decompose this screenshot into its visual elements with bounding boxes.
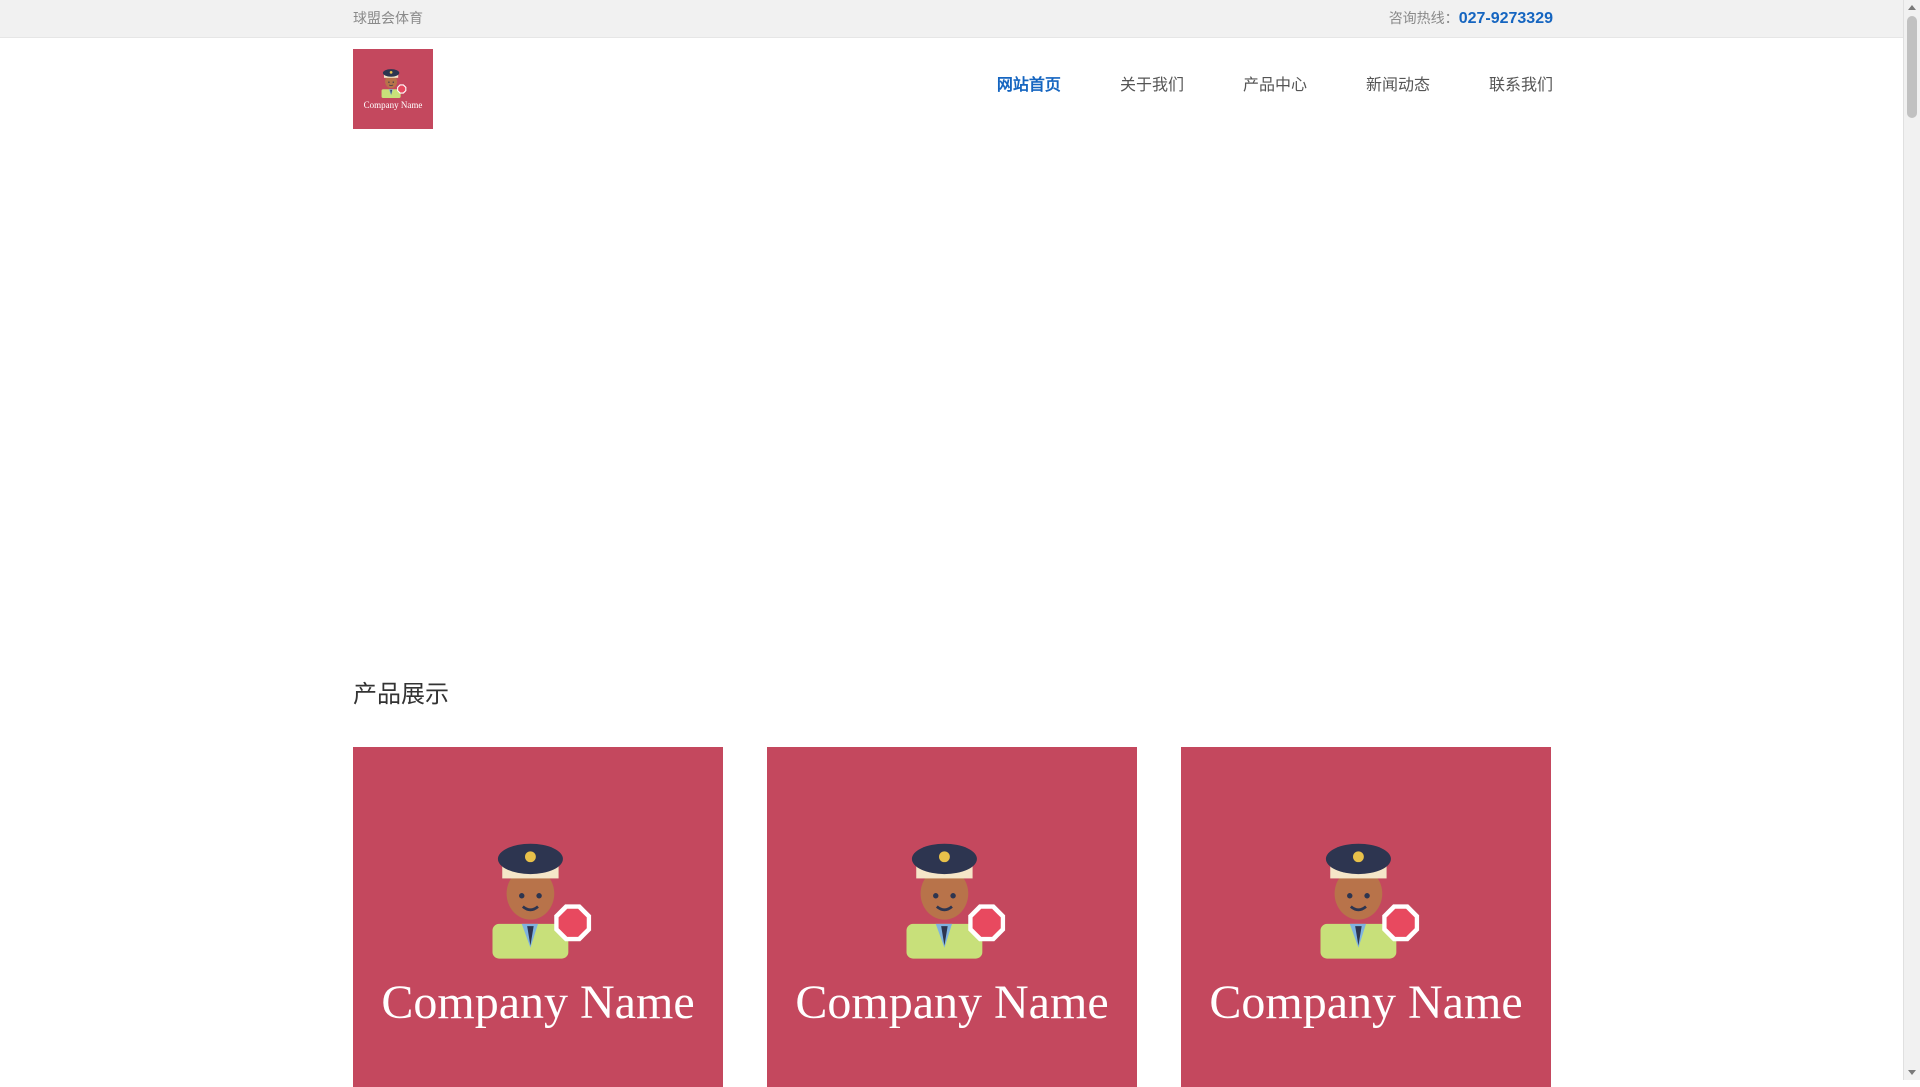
company-logo[interactable]: Company Name [353,49,433,129]
logo-text: Company Name [363,100,423,110]
police-officer-icon [492,843,592,959]
hotline-label: 咨询热线： [1388,11,1459,27]
scroll-down-arrow-icon[interactable] [1908,1070,1916,1075]
nav-item-products[interactable]: 产品中心 [1243,75,1307,95]
site-name: 球盟会体育 [353,11,423,27]
nav-item-about[interactable]: 关于我们 [1120,75,1184,95]
card-title: Company Name [381,976,695,1029]
police-officer-icon [381,69,407,98]
scroll-up-arrow-icon[interactable] [1908,5,1916,10]
vertical-scrollbar[interactable] [1903,0,1920,1080]
product-grid: Company Name Company Name Company Name [353,747,1553,1087]
nav-item-contact[interactable]: 联系我们 [1489,75,1553,95]
product-card[interactable]: Company Name [767,747,1137,1087]
card-title: Company Name [1209,976,1523,1029]
product-card[interactable]: Company Name [353,747,723,1087]
card-title: Company Name [795,976,1109,1029]
product-card[interactable]: Company Name [1181,747,1551,1087]
nav-item-news[interactable]: 新闻动态 [1366,75,1430,95]
police-officer-icon [906,843,1006,959]
hotline-number[interactable]: 027-9273329 [1459,10,1553,27]
hotline: 咨询热线：027-9273329 [1389,9,1553,29]
section-title-products: 产品展示 [353,680,449,708]
police-officer-icon [1320,843,1420,959]
scroll-thumb[interactable] [1907,16,1917,118]
top-bar: 球盟会体育 咨询热线：027-9273329 [0,0,1904,38]
main-nav: 网站首页 关于我们 产品中心 新闻动态 联系我们 [997,75,1553,95]
nav-item-home[interactable]: 网站首页 [997,75,1061,95]
